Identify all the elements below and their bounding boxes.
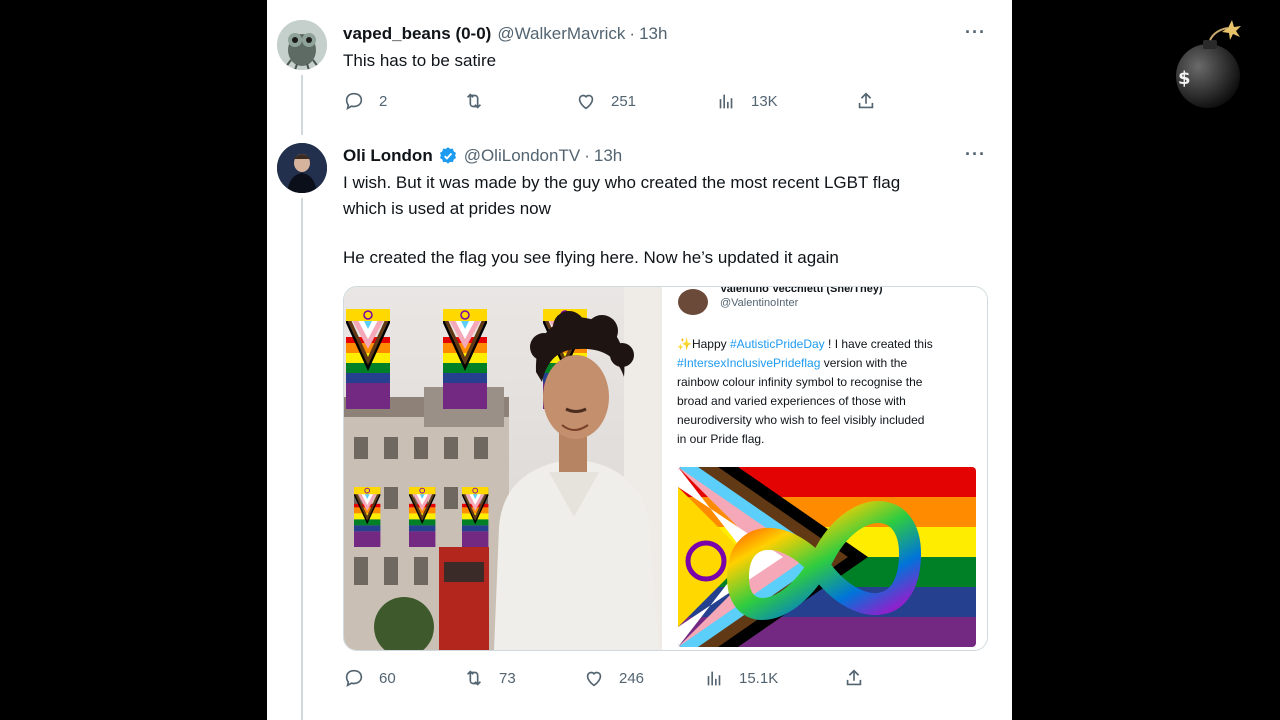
heart-icon — [586, 671, 602, 687]
svg-text:$: $ — [1178, 68, 1191, 89]
thread-connector — [301, 198, 303, 720]
retweet-count: 73 — [499, 669, 516, 687]
like-count: 246 — [619, 669, 645, 687]
share-icon — [846, 669, 862, 686]
author-row: vaped_beans (0-0) @WalkerMavrick · 13h — [343, 24, 667, 44]
reply-count: 60 — [379, 669, 396, 687]
tweet-text-line: He created the flag you see flying here.… — [343, 248, 839, 267]
view-count: 15.1K — [739, 669, 779, 687]
more-options-icon[interactable]: ··· — [965, 22, 986, 43]
views-chart-icon — [707, 671, 721, 686]
verified-badge-icon — [439, 147, 456, 164]
like-button[interactable]: 246 — [583, 667, 703, 689]
display-name[interactable]: vaped_beans (0-0) — [343, 24, 491, 44]
reply-icon — [345, 669, 363, 687]
separator-dot: · — [584, 146, 590, 165]
like-count: 251 — [611, 92, 637, 110]
embedded-text: version with the — [820, 356, 908, 370]
timestamp[interactable]: 13h — [594, 146, 622, 166]
more-options-icon[interactable]: ··· — [965, 144, 986, 165]
embedded-text: ✨Happy — [677, 337, 730, 351]
reply-button[interactable]: 60 — [343, 667, 463, 689]
photo-embedded-tweet[interactable]: Valentino Vecchietti (She/They) @Valenti… — [664, 287, 987, 650]
avatar[interactable] — [277, 20, 327, 70]
retweet-icon — [466, 93, 482, 109]
separator-dot: · — [629, 24, 636, 43]
views-button[interactable]: 13K — [715, 90, 855, 112]
handle[interactable]: @WalkerMavrick — [497, 24, 625, 44]
avatar[interactable] — [277, 143, 327, 193]
timestamp[interactable]: 13h — [639, 24, 667, 44]
reply-count: 2 — [379, 92, 388, 110]
embedded-text: in our Pride flag. — [677, 432, 765, 446]
views-chart-icon — [719, 94, 733, 109]
hashtag-link[interactable]: #AutisticPrideDay — [730, 337, 825, 351]
author-row: Oli London @OliLondonTV · 13h — [343, 146, 622, 166]
reply-button[interactable]: 2 — [343, 90, 463, 112]
view-count: 13K — [751, 92, 778, 110]
embedded-text: rainbow colour infinity symbol to recogn… — [677, 375, 923, 389]
retweet-button[interactable] — [463, 90, 575, 112]
embedded-body: ✨Happy #AutisticPrideDay ! I have create… — [677, 335, 977, 449]
bomb-logo-icon: $ — [1170, 18, 1250, 113]
handle[interactable]: @OliLondonTV — [464, 146, 581, 166]
action-bar: 60 73 246 15.1K — [343, 667, 883, 689]
display-name[interactable]: Oli London — [343, 146, 433, 166]
embedded-text: neurodiversity who wish to feel visibly … — [677, 413, 925, 427]
tweet-thread-panel: vaped_beans (0-0) @WalkerMavrick · 13h ·… — [267, 0, 1012, 720]
embedded-handle: @ValentinoInter — [720, 297, 799, 309]
hashtag-link[interactable]: #IntersexInclusivePrideflag — [677, 356, 820, 370]
embedded-text: broad and varied experiences of those wi… — [677, 394, 906, 408]
tweet-text-line: I wish. But it was made by the guy who c… — [343, 173, 901, 192]
embedded-avatar — [678, 289, 708, 315]
tweet-media[interactable]: Valentino Vecchietti (She/They) @Valenti… — [343, 286, 988, 651]
retweet-button[interactable]: 73 — [463, 667, 583, 689]
thread-connector — [301, 75, 303, 135]
tweet-text: This has to be satire — [343, 51, 497, 70]
reply-icon — [345, 92, 363, 110]
action-bar: 2 251 13K — [343, 90, 883, 112]
views-button[interactable]: 15.1K — [703, 667, 843, 689]
infinity-pride-flag-image — [678, 467, 976, 647]
share-icon — [858, 92, 874, 109]
share-button[interactable] — [855, 90, 877, 112]
share-button[interactable] — [843, 667, 865, 689]
photo-pride-street[interactable] — [344, 287, 662, 650]
embedded-text: ! I have created this — [824, 337, 933, 351]
retweet-icon — [466, 670, 482, 686]
like-button[interactable]: 251 — [575, 90, 715, 112]
tweet-text-line: which is used at prides now — [343, 199, 551, 218]
embedded-name: Valentino Vecchietti (She/They) — [720, 286, 883, 295]
heart-icon — [578, 94, 594, 110]
